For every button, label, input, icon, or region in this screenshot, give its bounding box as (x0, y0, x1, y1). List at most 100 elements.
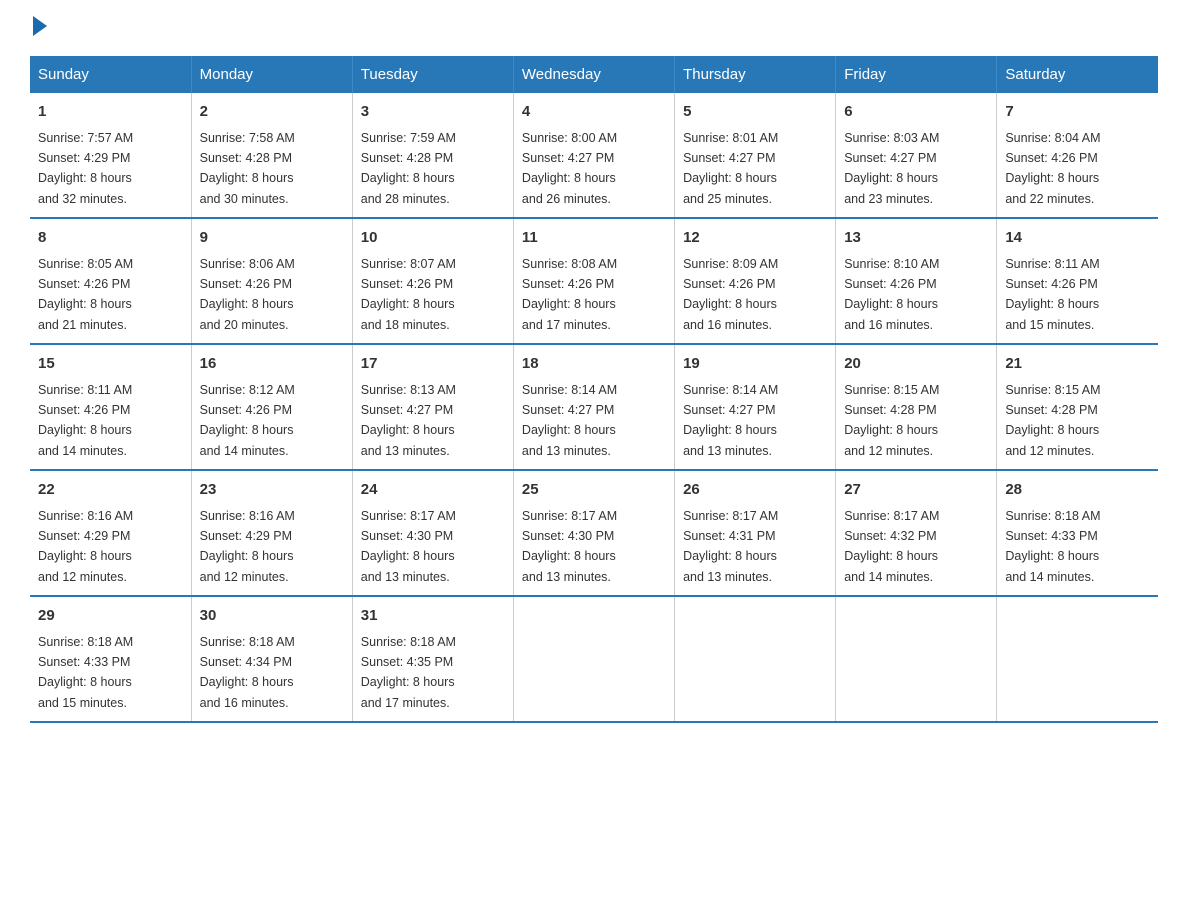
day-info: Sunrise: 8:08 AMSunset: 4:26 PMDaylight:… (522, 257, 617, 332)
day-info: Sunrise: 8:07 AMSunset: 4:26 PMDaylight:… (361, 257, 456, 332)
day-number: 29 (38, 605, 183, 628)
day-info: Sunrise: 8:12 AMSunset: 4:26 PMDaylight:… (200, 383, 295, 458)
calendar-cell: 16 Sunrise: 8:12 AMSunset: 4:26 PMDaylig… (191, 344, 352, 470)
calendar-cell: 8 Sunrise: 8:05 AMSunset: 4:26 PMDayligh… (30, 218, 191, 344)
calendar-cell: 3 Sunrise: 7:59 AMSunset: 4:28 PMDayligh… (352, 93, 513, 218)
day-number: 20 (844, 353, 988, 376)
weekday-header-tuesday: Tuesday (352, 56, 513, 93)
calendar-cell: 28 Sunrise: 8:18 AMSunset: 4:33 PMDaylig… (997, 470, 1158, 596)
day-info: Sunrise: 8:01 AMSunset: 4:27 PMDaylight:… (683, 131, 778, 206)
day-info: Sunrise: 8:17 AMSunset: 4:30 PMDaylight:… (522, 509, 617, 584)
day-info: Sunrise: 8:03 AMSunset: 4:27 PMDaylight:… (844, 131, 939, 206)
logo-blue-container (30, 20, 47, 36)
day-info: Sunrise: 8:10 AMSunset: 4:26 PMDaylight:… (844, 257, 939, 332)
day-number: 5 (683, 101, 827, 124)
calendar-cell (513, 596, 674, 722)
day-number: 11 (522, 227, 666, 250)
calendar-week-row: 22 Sunrise: 8:16 AMSunset: 4:29 PMDaylig… (30, 470, 1158, 596)
calendar-cell: 30 Sunrise: 8:18 AMSunset: 4:34 PMDaylig… (191, 596, 352, 722)
calendar-cell: 4 Sunrise: 8:00 AMSunset: 4:27 PMDayligh… (513, 93, 674, 218)
calendar-cell: 2 Sunrise: 7:58 AMSunset: 4:28 PMDayligh… (191, 93, 352, 218)
calendar-cell: 14 Sunrise: 8:11 AMSunset: 4:26 PMDaylig… (997, 218, 1158, 344)
calendar-cell (997, 596, 1158, 722)
day-info: Sunrise: 8:15 AMSunset: 4:28 PMDaylight:… (1005, 383, 1100, 458)
day-info: Sunrise: 8:18 AMSunset: 4:34 PMDaylight:… (200, 635, 295, 710)
day-number: 16 (200, 353, 344, 376)
calendar-week-row: 8 Sunrise: 8:05 AMSunset: 4:26 PMDayligh… (30, 218, 1158, 344)
day-info: Sunrise: 8:18 AMSunset: 4:33 PMDaylight:… (38, 635, 133, 710)
calendar-cell: 18 Sunrise: 8:14 AMSunset: 4:27 PMDaylig… (513, 344, 674, 470)
calendar-table: SundayMondayTuesdayWednesdayThursdayFrid… (30, 56, 1158, 723)
day-info: Sunrise: 8:14 AMSunset: 4:27 PMDaylight:… (522, 383, 617, 458)
day-number: 10 (361, 227, 505, 250)
calendar-cell: 26 Sunrise: 8:17 AMSunset: 4:31 PMDaylig… (675, 470, 836, 596)
day-number: 13 (844, 227, 988, 250)
page-header (30, 20, 1158, 36)
calendar-cell: 7 Sunrise: 8:04 AMSunset: 4:26 PMDayligh… (997, 93, 1158, 218)
calendar-cell: 22 Sunrise: 8:16 AMSunset: 4:29 PMDaylig… (30, 470, 191, 596)
day-number: 27 (844, 479, 988, 502)
day-info: Sunrise: 7:57 AMSunset: 4:29 PMDaylight:… (38, 131, 133, 206)
day-number: 8 (38, 227, 183, 250)
day-info: Sunrise: 8:09 AMSunset: 4:26 PMDaylight:… (683, 257, 778, 332)
calendar-cell: 24 Sunrise: 8:17 AMSunset: 4:30 PMDaylig… (352, 470, 513, 596)
weekday-header-wednesday: Wednesday (513, 56, 674, 93)
day-info: Sunrise: 8:11 AMSunset: 4:26 PMDaylight:… (38, 383, 132, 458)
calendar-cell: 11 Sunrise: 8:08 AMSunset: 4:26 PMDaylig… (513, 218, 674, 344)
day-number: 23 (200, 479, 344, 502)
weekday-header-sunday: Sunday (30, 56, 191, 93)
day-number: 19 (683, 353, 827, 376)
day-number: 1 (38, 101, 183, 124)
calendar-cell: 6 Sunrise: 8:03 AMSunset: 4:27 PMDayligh… (836, 93, 997, 218)
calendar-cell: 27 Sunrise: 8:17 AMSunset: 4:32 PMDaylig… (836, 470, 997, 596)
day-info: Sunrise: 7:58 AMSunset: 4:28 PMDaylight:… (200, 131, 295, 206)
day-number: 21 (1005, 353, 1150, 376)
calendar-cell: 1 Sunrise: 7:57 AMSunset: 4:29 PMDayligh… (30, 93, 191, 218)
weekday-header-row: SundayMondayTuesdayWednesdayThursdayFrid… (30, 56, 1158, 93)
calendar-week-row: 29 Sunrise: 8:18 AMSunset: 4:33 PMDaylig… (30, 596, 1158, 722)
calendar-cell: 23 Sunrise: 8:16 AMSunset: 4:29 PMDaylig… (191, 470, 352, 596)
day-info: Sunrise: 8:16 AMSunset: 4:29 PMDaylight:… (38, 509, 133, 584)
weekday-header-thursday: Thursday (675, 56, 836, 93)
calendar-cell: 10 Sunrise: 8:07 AMSunset: 4:26 PMDaylig… (352, 218, 513, 344)
calendar-week-row: 15 Sunrise: 8:11 AMSunset: 4:26 PMDaylig… (30, 344, 1158, 470)
day-info: Sunrise: 8:00 AMSunset: 4:27 PMDaylight:… (522, 131, 617, 206)
day-number: 6 (844, 101, 988, 124)
calendar-cell: 25 Sunrise: 8:17 AMSunset: 4:30 PMDaylig… (513, 470, 674, 596)
day-info: Sunrise: 8:15 AMSunset: 4:28 PMDaylight:… (844, 383, 939, 458)
calendar-cell: 13 Sunrise: 8:10 AMSunset: 4:26 PMDaylig… (836, 218, 997, 344)
day-number: 9 (200, 227, 344, 250)
calendar-body: 1 Sunrise: 7:57 AMSunset: 4:29 PMDayligh… (30, 93, 1158, 722)
day-number: 18 (522, 353, 666, 376)
day-number: 14 (1005, 227, 1150, 250)
calendar-cell: 29 Sunrise: 8:18 AMSunset: 4:33 PMDaylig… (30, 596, 191, 722)
day-number: 31 (361, 605, 505, 628)
day-info: Sunrise: 8:13 AMSunset: 4:27 PMDaylight:… (361, 383, 456, 458)
calendar-week-row: 1 Sunrise: 7:57 AMSunset: 4:29 PMDayligh… (30, 93, 1158, 218)
day-info: Sunrise: 8:17 AMSunset: 4:32 PMDaylight:… (844, 509, 939, 584)
logo (30, 20, 47, 36)
calendar-cell: 20 Sunrise: 8:15 AMSunset: 4:28 PMDaylig… (836, 344, 997, 470)
weekday-header-friday: Friday (836, 56, 997, 93)
weekday-header-saturday: Saturday (997, 56, 1158, 93)
calendar-cell: 19 Sunrise: 8:14 AMSunset: 4:27 PMDaylig… (675, 344, 836, 470)
day-info: Sunrise: 8:18 AMSunset: 4:35 PMDaylight:… (361, 635, 456, 710)
calendar-cell: 5 Sunrise: 8:01 AMSunset: 4:27 PMDayligh… (675, 93, 836, 218)
day-number: 22 (38, 479, 183, 502)
day-info: Sunrise: 8:17 AMSunset: 4:31 PMDaylight:… (683, 509, 778, 584)
calendar-cell (675, 596, 836, 722)
day-number: 2 (200, 101, 344, 124)
calendar-cell: 31 Sunrise: 8:18 AMSunset: 4:35 PMDaylig… (352, 596, 513, 722)
calendar-cell: 17 Sunrise: 8:13 AMSunset: 4:27 PMDaylig… (352, 344, 513, 470)
day-info: Sunrise: 8:17 AMSunset: 4:30 PMDaylight:… (361, 509, 456, 584)
calendar-cell: 12 Sunrise: 8:09 AMSunset: 4:26 PMDaylig… (675, 218, 836, 344)
day-info: Sunrise: 8:11 AMSunset: 4:26 PMDaylight:… (1005, 257, 1099, 332)
weekday-header-monday: Monday (191, 56, 352, 93)
day-number: 17 (361, 353, 505, 376)
day-number: 12 (683, 227, 827, 250)
day-info: Sunrise: 8:04 AMSunset: 4:26 PMDaylight:… (1005, 131, 1100, 206)
calendar-cell (836, 596, 997, 722)
calendar-cell: 9 Sunrise: 8:06 AMSunset: 4:26 PMDayligh… (191, 218, 352, 344)
day-number: 25 (522, 479, 666, 502)
day-number: 26 (683, 479, 827, 502)
